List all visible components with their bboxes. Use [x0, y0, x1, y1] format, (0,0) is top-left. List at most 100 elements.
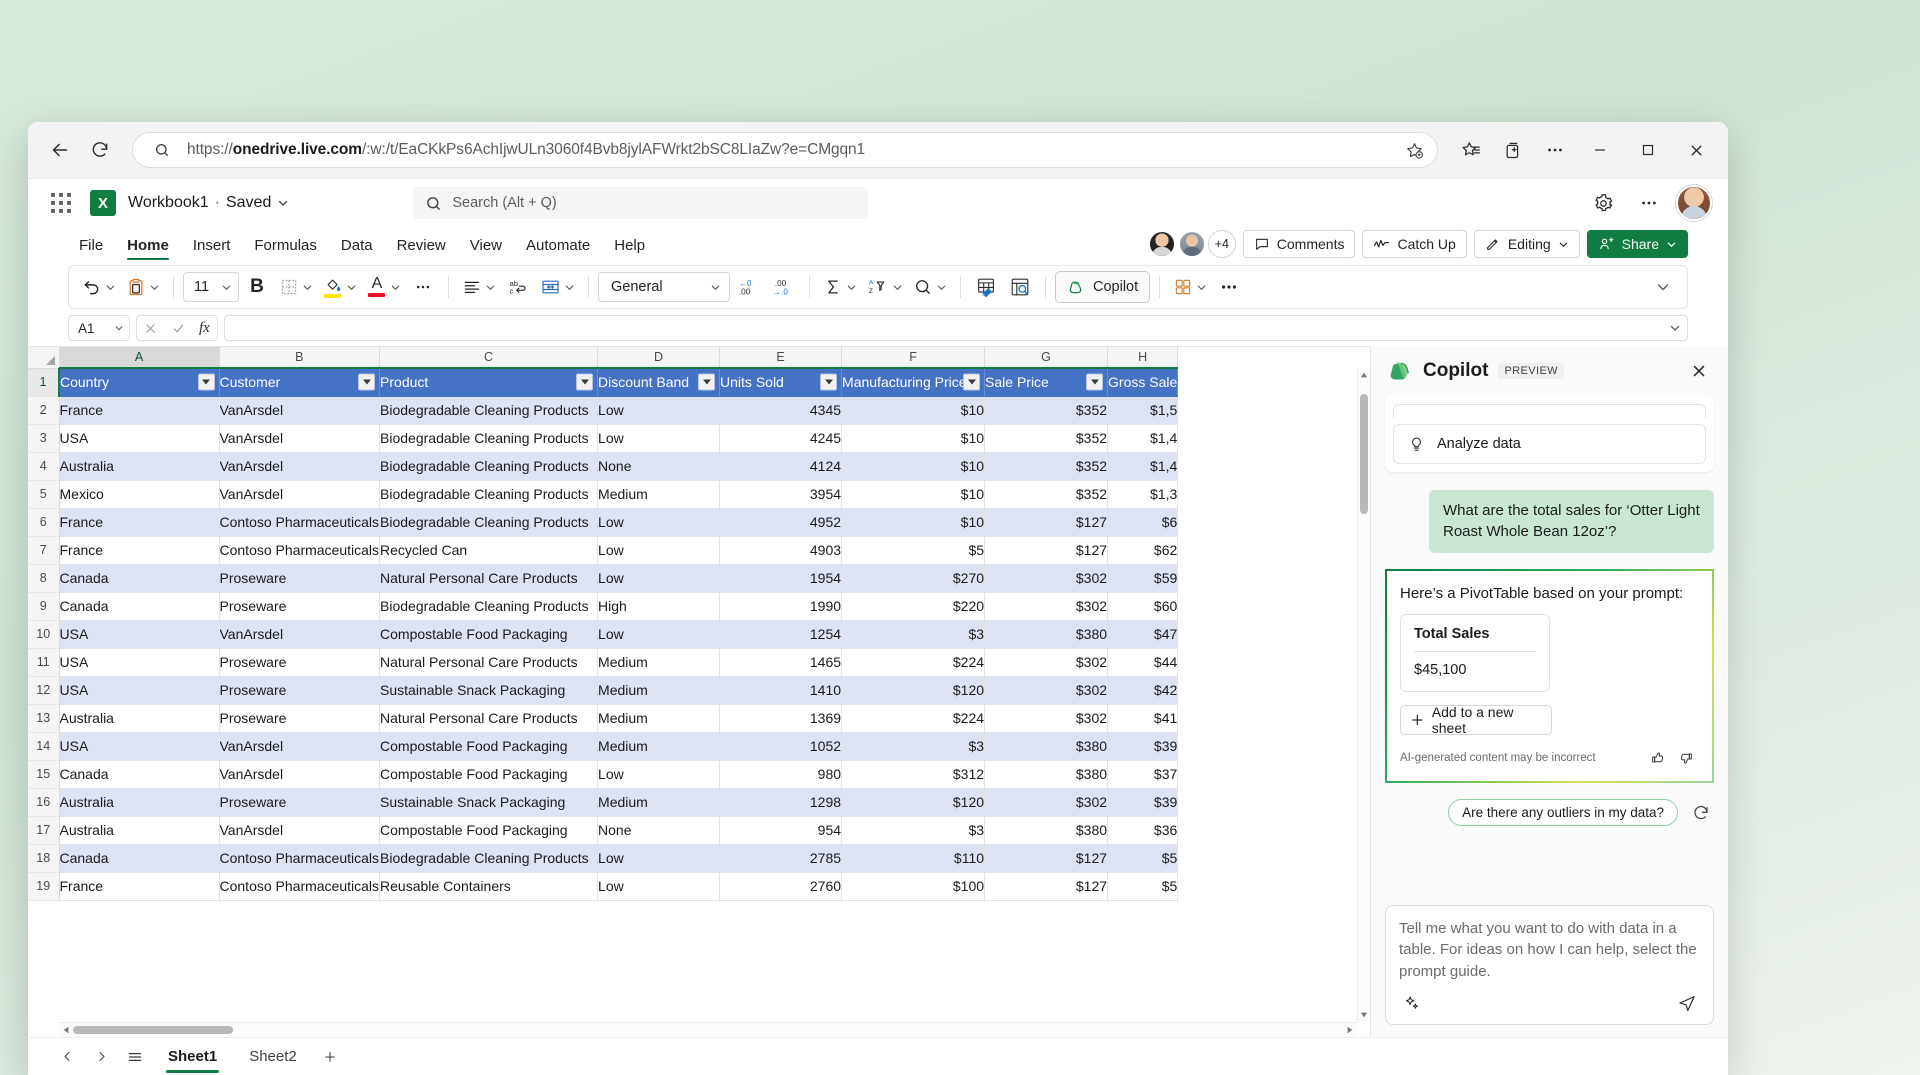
table-cell[interactable]: Biodegradable Cleaning Products: [379, 480, 599, 509]
thumbs-down-icon[interactable]: [1673, 745, 1699, 771]
fill-color-button[interactable]: [319, 271, 361, 303]
vertical-scrollbar[interactable]: [1357, 368, 1370, 1021]
add-to-new-sheet-button[interactable]: Add to a new sheet: [1400, 704, 1552, 736]
number-format-select[interactable]: General: [598, 272, 730, 302]
table-header-cell[interactable]: Gross Sale: [1107, 367, 1179, 397]
table-cell[interactable]: Canada: [59, 564, 220, 593]
table-cell[interactable]: Biodegradable Cleaning Products: [379, 396, 599, 425]
more-options-icon[interactable]: [1630, 184, 1668, 222]
wrap-text-button[interactable]: ab c: [502, 271, 534, 303]
table-row[interactable]: 16 Australia Proseware Sustainable Snack Pa…: [28, 788, 1179, 817]
filter-dropdown-icon[interactable]: [963, 373, 981, 391]
row-header-6[interactable]: 6: [28, 508, 60, 537]
table-cell[interactable]: $302: [984, 564, 1109, 593]
previous-sheet-icon[interactable]: [52, 1042, 82, 1072]
collections-icon[interactable]: [1494, 131, 1532, 169]
table-cell[interactable]: 980: [719, 760, 843, 789]
cancel-icon[interactable]: [144, 322, 157, 335]
table-cell[interactable]: $47: [1107, 620, 1179, 649]
table-cell[interactable]: Sustainable Snack Packaging: [379, 788, 599, 817]
table-cell[interactable]: $59: [1107, 564, 1179, 593]
sheet-tab-sheet2[interactable]: Sheet2: [235, 1039, 311, 1075]
table-row[interactable]: 6 France Contoso Pharmaceuticals Biodegrada…: [28, 508, 1179, 537]
row-header-12[interactable]: 12: [28, 676, 60, 705]
table-cell[interactable]: Canada: [59, 760, 220, 789]
close-icon[interactable]: [1684, 356, 1714, 386]
table-cell[interactable]: 4952: [719, 508, 843, 537]
table-cell[interactable]: $352: [984, 396, 1109, 425]
sheet-tab-sheet1[interactable]: Sheet1: [154, 1039, 231, 1075]
table-cell[interactable]: $6: [1107, 508, 1179, 537]
table-row[interactable]: 9 Canada Proseware Biodegradable Cleaning P…: [28, 592, 1179, 621]
table-cell[interactable]: 4245: [719, 424, 843, 453]
row-header-3[interactable]: 3: [28, 424, 60, 453]
table-cell[interactable]: 1990: [719, 592, 843, 621]
collaborator-facepile[interactable]: +4: [1147, 230, 1236, 258]
table-cell[interactable]: Low: [597, 760, 721, 789]
table-cell[interactable]: Contoso Pharmaceuticals: [219, 844, 381, 873]
table-cell[interactable]: None: [597, 816, 721, 845]
add-sheet-icon[interactable]: [315, 1042, 345, 1072]
table-cell[interactable]: USA: [59, 620, 220, 649]
row-header-8[interactable]: 8: [28, 564, 60, 593]
confirm-icon[interactable]: [172, 322, 185, 335]
document-title[interactable]: Workbook1 · Saved: [128, 194, 289, 212]
search-input[interactable]: Search (Alt + Q): [413, 187, 869, 219]
table-row[interactable]: 12 USA Proseware Sustainable Snack Packagin…: [28, 676, 1179, 705]
chevron-down-icon[interactable]: [277, 197, 289, 209]
table-cell[interactable]: High: [597, 592, 721, 621]
filter-dropdown-icon[interactable]: [197, 373, 215, 391]
table-cell[interactable]: $224: [841, 648, 986, 677]
format-as-table-button[interactable]: [970, 271, 1002, 303]
table-cell[interactable]: 1369: [719, 704, 843, 733]
table-cell[interactable]: France: [59, 536, 220, 565]
table-cell[interactable]: Sustainable Snack Packaging: [379, 676, 599, 705]
table-cell[interactable]: Medium: [597, 788, 721, 817]
table-header-cell[interactable]: Sale Price: [984, 367, 1109, 397]
table-cell[interactable]: VanArsdel: [219, 732, 381, 761]
borders-button[interactable]: [275, 271, 317, 303]
table-cell[interactable]: $224: [841, 704, 986, 733]
table-row[interactable]: 17 Australia VanArsdel Compostable Food Pac…: [28, 816, 1179, 845]
row-header-17[interactable]: 17: [28, 816, 60, 845]
undo-button[interactable]: [77, 271, 120, 303]
table-cell[interactable]: $302: [984, 704, 1109, 733]
column-header-f[interactable]: F: [841, 347, 986, 369]
horizontal-scrollbar[interactable]: [59, 1022, 1357, 1037]
paste-button[interactable]: [122, 271, 164, 303]
row-header-14[interactable]: 14: [28, 732, 60, 761]
table-cell[interactable]: $10: [841, 396, 986, 425]
table-cell[interactable]: $270: [841, 564, 986, 593]
sort-filter-button[interactable]: AZ: [863, 271, 907, 303]
table-cell[interactable]: VanArsdel: [219, 396, 381, 425]
table-cell[interactable]: Biodegradable Cleaning Products: [379, 452, 599, 481]
maximize-icon[interactable]: [1626, 130, 1670, 170]
table-cell[interactable]: USA: [59, 732, 220, 761]
toolbar-overflow-icon[interactable]: [1213, 271, 1245, 303]
table-cell[interactable]: Contoso Pharmaceuticals: [219, 872, 381, 901]
tab-file[interactable]: File: [68, 233, 114, 261]
scroll-left-icon[interactable]: [59, 1023, 73, 1037]
table-cell[interactable]: VanArsdel: [219, 452, 381, 481]
table-row[interactable]: 5 Mexico VanArsdel Biodegradable Cleaning P…: [28, 480, 1179, 509]
table-cell[interactable]: Low: [597, 508, 721, 537]
table-cell[interactable]: Compostable Food Packaging: [379, 816, 599, 845]
all-sheets-icon[interactable]: [120, 1042, 150, 1072]
table-cell[interactable]: Proseware: [219, 676, 381, 705]
table-cell[interactable]: Compostable Food Packaging: [379, 732, 599, 761]
table-cell[interactable]: $302: [984, 788, 1109, 817]
table-cell[interactable]: Proseware: [219, 564, 381, 593]
add-favorite-icon[interactable]: [1399, 135, 1429, 165]
table-header-cell[interactable]: Discount Band: [597, 367, 721, 397]
table-cell[interactable]: Contoso Pharmaceuticals: [219, 536, 381, 565]
table-cell[interactable]: VanArsdel: [219, 816, 381, 845]
table-cell[interactable]: $5: [1107, 844, 1179, 873]
share-button[interactable]: Share: [1586, 230, 1688, 258]
table-cell[interactable]: Natural Personal Care Products: [379, 564, 599, 593]
tab-automate[interactable]: Automate: [515, 233, 601, 261]
table-row[interactable]: 10 USA VanArsdel Compostable Food Packaging…: [28, 620, 1179, 649]
table-cell[interactable]: Biodegradable Cleaning Products: [379, 424, 599, 453]
table-cell[interactable]: USA: [59, 676, 220, 705]
table-cell[interactable]: Natural Personal Care Products: [379, 704, 599, 733]
refresh-suggestions-icon[interactable]: [1688, 800, 1714, 826]
